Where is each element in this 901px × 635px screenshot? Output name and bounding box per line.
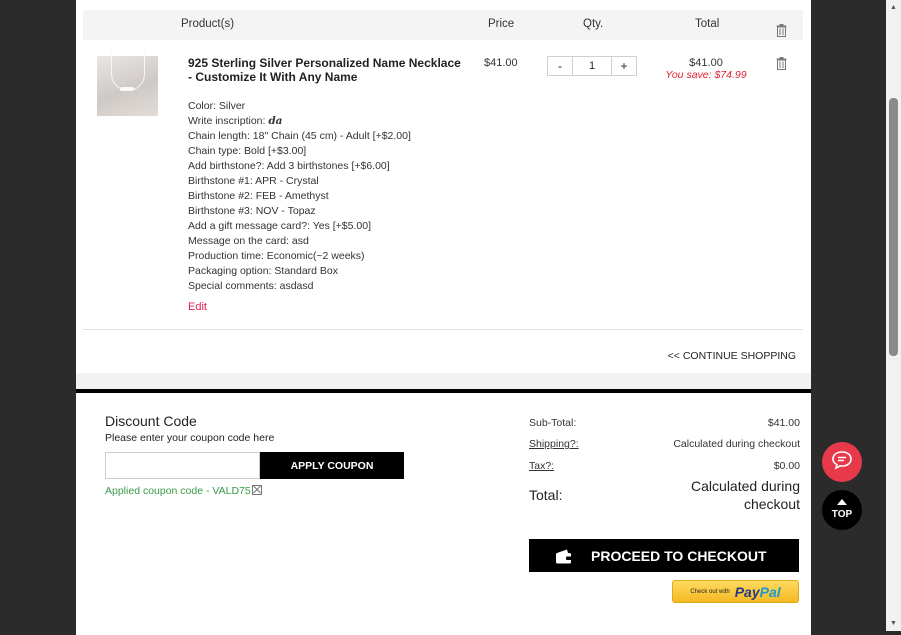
quantity-stepper: - 1 + [547,56,637,76]
option-chain-type: Chain type: Bold [+$3.00] [188,145,307,157]
option-birthstone-3: Birthstone #3: NOV - Topaz [188,205,316,217]
option-packaging: Packaging option: Standard Box [188,265,339,277]
qty-decrease-button[interactable]: - [548,57,572,75]
remove-item-trash-icon[interactable] [776,56,787,74]
proceed-to-checkout-button[interactable]: PROCEED TO CHECKOUT [529,539,799,572]
paypal-logo: Pay [734,583,760,600]
total-label: Total: [529,487,563,503]
header-product: Product(s) [181,18,235,30]
option-production-time: Production time: Economic(~2 weeks) [188,250,365,262]
shipping-info-link[interactable]: Shipping?: [529,438,579,450]
coupon-input[interactable] [105,452,260,479]
tax-info-link[interactable]: Tax?: [529,460,554,472]
scroll-down-arrow-icon[interactable]: ▼ [889,619,898,628]
scrollbar-thumb[interactable] [889,98,898,356]
paypal-checkout-button[interactable]: Check out with Pay Pal [672,580,799,603]
option-birthstone-2: Birthstone #2: FEB - Amethyst [188,190,329,202]
paypal-small-text: Check out with [690,588,730,595]
total-value: Calculated during checkout [691,478,800,512]
wallet-icon [555,549,573,563]
apply-coupon-button[interactable]: APPLY COUPON [260,452,404,479]
you-save-text: You save: $74.99 [665,69,747,81]
arrow-up-icon [837,499,847,505]
top-label: TOP [831,509,853,520]
item-total: $41.00 [689,57,723,69]
chat-button[interactable] [822,442,862,482]
discount-subtitle: Please enter your coupon code here [105,432,275,444]
option-birthstone-1: Birthstone #1: APR - Crystal [188,175,319,187]
edit-link[interactable]: Edit [188,301,207,313]
product-thumbnail[interactable] [97,52,158,116]
option-birthstone: Add birthstone?: Add 3 birthstones [+$6.… [188,160,390,172]
option-color: Color: Silver [188,100,246,112]
header-total: Total [695,18,720,30]
product-options: Color: Silver Write inscription: da Chai… [188,99,488,294]
cart-card: Product(s) Price Qty. Total 925 Sterling… [76,0,811,373]
subtotal-value: $41.00 [767,417,800,429]
tax-value: $0.00 [773,460,800,472]
item-price: $41.00 [484,57,518,69]
option-message: Message on the card: asd [188,235,309,247]
chat-icon [831,450,853,475]
applied-coupon: Applied coupon code - VALD75 [105,485,262,497]
back-to-top-button[interactable]: TOP [822,490,862,530]
option-comments: Special comments: asdasd [188,280,314,292]
option-gift-card: Add a gift message card?: Yes [+$5.00] [188,220,372,232]
checkout-label: PROCEED TO CHECKOUT [591,547,767,564]
row-divider [83,329,803,330]
qty-input[interactable]: 1 [572,57,612,75]
cart-summary: Discount Code Please enter your coupon c… [76,389,811,635]
option-chain-length: Chain length: 18" Chain (45 cm) - Adult … [188,130,411,142]
cart-table-header: Product(s) Price Qty. Total [83,10,803,40]
header-price: Price [488,18,515,30]
header-qty: Qty. [583,18,604,30]
scroll-up-arrow-icon[interactable]: ▲ [889,3,898,12]
continue-shopping-link[interactable]: << CONTINUE SHOPPING [668,350,796,362]
applied-coupon-text: Applied coupon code - VALD75 [105,485,251,497]
product-name[interactable]: 925 Sterling Silver Personalized Name Ne… [188,56,463,84]
option-inscription: Write inscription: da [188,115,283,127]
qty-increase-button[interactable]: + [612,57,636,75]
subtotal-label: Sub-Total: [529,417,577,429]
discount-title: Discount Code [105,413,197,429]
cart-page: Product(s) Price Qty. Total 925 Sterling… [76,0,811,635]
remove-coupon-icon[interactable] [251,485,262,495]
shipping-value: Calculated during checkout [673,438,800,450]
